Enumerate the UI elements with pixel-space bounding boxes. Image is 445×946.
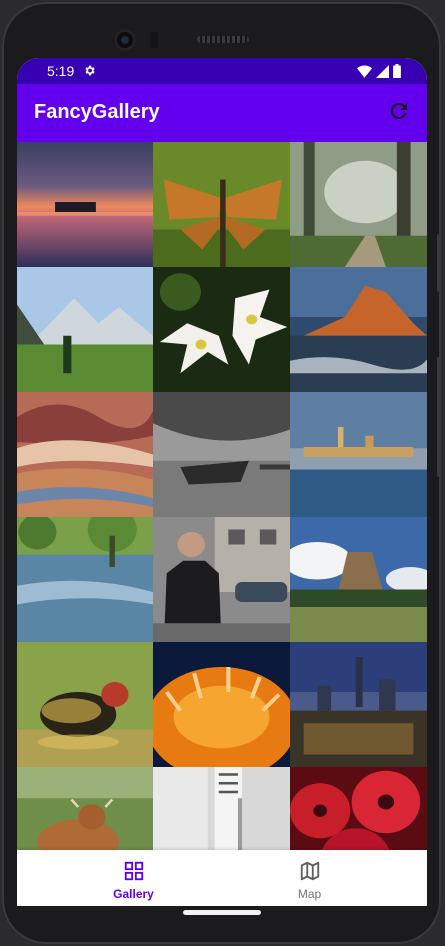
app-bar: FancyGallery	[17, 84, 427, 142]
bottom-navigation: Gallery Map	[17, 850, 427, 908]
photo-tile[interactable]	[290, 392, 427, 517]
photo-tile[interactable]	[17, 267, 153, 392]
app-screen: 5:19 FancyGallery Gallery Map	[17, 58, 427, 920]
nav-label-gallery: Gallery	[113, 887, 154, 901]
photo-tile[interactable]	[153, 767, 290, 850]
photo-tile[interactable]	[290, 267, 427, 392]
grid-icon	[124, 861, 144, 881]
nav-item-map[interactable]: Map	[207, 850, 412, 908]
refresh-icon[interactable]	[387, 99, 411, 123]
photo-tile[interactable]	[290, 642, 427, 767]
photo-tile[interactable]	[153, 642, 290, 767]
earpiece-speaker	[197, 36, 249, 43]
nav-item-gallery[interactable]: Gallery	[31, 850, 236, 908]
signal-icon	[376, 64, 389, 78]
proximity-sensor	[150, 32, 158, 48]
photo-tile[interactable]	[153, 267, 290, 392]
volume-button	[437, 357, 441, 477]
photo-tile[interactable]	[153, 517, 290, 642]
wifi-icon	[357, 65, 372, 78]
photo-tile[interactable]	[290, 142, 427, 267]
app-title: FancyGallery	[34, 101, 160, 123]
photo-tile[interactable]	[153, 142, 290, 267]
photo-tile[interactable]	[17, 142, 153, 267]
front-camera	[114, 29, 136, 51]
photo-tile[interactable]	[290, 767, 427, 850]
photo-tile[interactable]	[153, 392, 290, 517]
status-time: 5:19	[47, 63, 75, 79]
photo-tile[interactable]	[17, 767, 153, 850]
battery-icon	[393, 64, 401, 78]
power-button	[437, 234, 441, 292]
photo-tile[interactable]	[17, 392, 153, 517]
photo-grid	[17, 142, 427, 850]
map-icon	[300, 861, 320, 881]
photo-tile[interactable]	[290, 517, 427, 642]
photo-tile[interactable]	[17, 642, 153, 767]
home-gesture-handle[interactable]	[183, 910, 261, 915]
photo-tile[interactable]	[17, 517, 153, 642]
gear-icon	[85, 65, 95, 76]
nav-label-map: Map	[297, 887, 322, 901]
status-bar: 5:19	[17, 58, 427, 84]
